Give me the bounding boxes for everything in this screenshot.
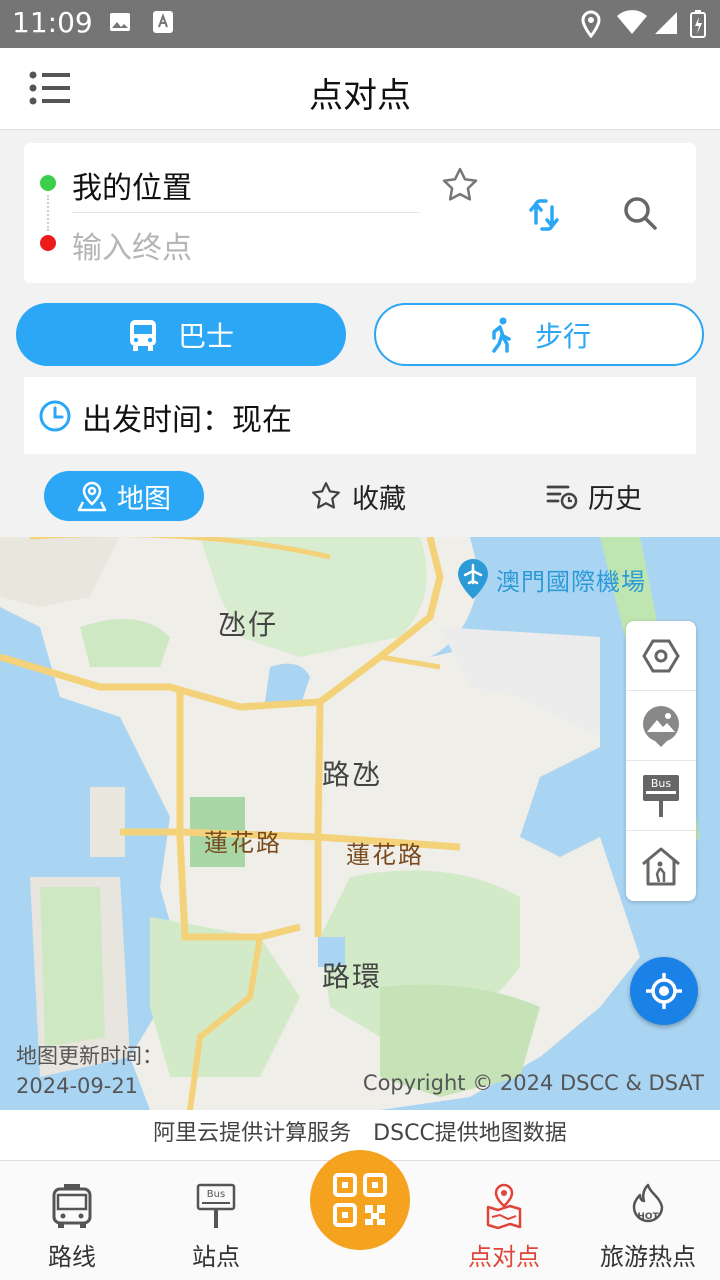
app-header: 点对点 (0, 48, 720, 130)
map-update-info: 地图更新时间： 2024-09-21 (16, 1041, 163, 1101)
qr-code-icon (333, 1173, 387, 1227)
field-divider (72, 212, 420, 213)
tab-history[interactable]: 历史 (546, 471, 642, 521)
route-input-card: 我的位置 输入终点 (24, 143, 696, 283)
walk-mode-button[interactable]: 步行 (374, 303, 704, 366)
hexagon-icon (642, 639, 680, 672)
layer-button[interactable] (626, 621, 696, 691)
tab-history-label: 历史 (588, 483, 642, 515)
locate-me-button[interactable] (630, 957, 698, 1025)
map-pin-icon (77, 481, 107, 512)
text-icon (153, 11, 173, 33)
clock-icon (39, 400, 71, 432)
shelter-icon (642, 847, 680, 886)
start-field[interactable]: 我的位置 (72, 163, 192, 207)
bus-sign-text: Bus (651, 777, 672, 790)
favorite-star-icon[interactable] (440, 165, 480, 205)
scenic-button[interactable] (626, 691, 696, 761)
map-tools-panel: Bus (626, 621, 696, 901)
nav-hotspots-label: 旅游热点 (600, 1243, 696, 1271)
nav-routes-label: 路线 (48, 1243, 96, 1271)
bus-mode-button[interactable]: 巴士 (16, 303, 346, 366)
map-update-label: 地图更新时间： (16, 1044, 163, 1068)
destination-field[interactable]: 输入终点 (72, 223, 192, 267)
start-dot-icon (40, 175, 56, 191)
search-icon[interactable] (620, 193, 660, 233)
end-dot-icon (40, 235, 56, 251)
map-label-coloane: 路環 (322, 960, 383, 993)
map-view[interactable]: 氹仔 路氹 蓮花路 蓮花路 路環 澳門國際機場 Bus 地图更新时间： 2024… (0, 537, 720, 1110)
swap-icon[interactable] (522, 193, 566, 237)
nav-stops[interactable]: Bus 站点 (144, 1161, 288, 1280)
map-update-date: 2024-09-21 (16, 1074, 139, 1098)
nav-point-to-point[interactable]: 点对点 (432, 1161, 576, 1280)
hot-fire-icon: HOT (632, 1183, 664, 1223)
map-label-cotai: 路氹 (322, 758, 383, 791)
page-title: 点对点 (309, 76, 411, 116)
tab-favorites[interactable]: 收藏 (310, 471, 406, 521)
tab-map[interactable]: 地图 (44, 471, 204, 521)
bus-mode-label: 巴士 (177, 319, 234, 353)
nav-stops-label: 站点 (192, 1243, 240, 1271)
map-copyright: Copyright © 2024 DSCC & DSAT (362, 1071, 704, 1095)
qr-scan-button[interactable] (310, 1150, 410, 1250)
svg-text:HOT: HOT (637, 1212, 659, 1222)
walk-mode-label: 步行 (534, 319, 591, 353)
map-pin-route-icon (486, 1183, 522, 1229)
walking-icon (492, 317, 511, 353)
route-connector (47, 195, 49, 231)
departure-time-row[interactable]: 出发时间：现在 (24, 377, 696, 454)
status-time: 11:09 (12, 6, 93, 39)
crosshair-icon (646, 973, 682, 1009)
tab-map-label: 地图 (117, 483, 171, 515)
wifi-icon (617, 10, 647, 35)
nav-hotspots[interactable]: HOT 旅游热点 (576, 1161, 720, 1280)
battery-icon (690, 10, 706, 38)
image-icon (110, 13, 130, 31)
airplane-pin-icon (458, 559, 488, 599)
shelter-button[interactable] (626, 831, 696, 901)
signal-icon (655, 12, 677, 34)
map-label-lotus-road-east: 蓮花路 (346, 841, 424, 869)
bus-stop-icon: Bus (196, 1183, 236, 1228)
bus-stop-sign-icon: Bus (643, 774, 679, 817)
airport-marker[interactable]: 澳門國際機場 (456, 557, 646, 601)
nav-point-to-point-label: 点对点 (468, 1243, 540, 1271)
map-base (0, 537, 720, 1110)
bus-front-icon (52, 1184, 92, 1228)
status-bar: 11:09 (0, 0, 720, 48)
tab-bar: 地图 收藏 历史 (0, 462, 720, 532)
nav-bus-sign-text: Bus (207, 1189, 225, 1200)
location-icon (581, 10, 601, 38)
nav-routes[interactable]: 路线 (0, 1161, 144, 1280)
departure-time-label: 出发时间：现在 (82, 403, 292, 438)
bus-stop-button[interactable]: Bus (626, 761, 696, 831)
map-label-lotus-road-west: 蓮花路 (204, 829, 282, 857)
star-icon (312, 482, 340, 509)
map-label-taipa: 氹仔 (218, 608, 279, 641)
bus-icon (129, 319, 156, 351)
history-icon (546, 485, 578, 510)
airport-label: 澳門國際機場 (496, 567, 646, 596)
tab-favorites-label: 收藏 (352, 483, 406, 515)
mountain-pin-icon (643, 705, 679, 747)
